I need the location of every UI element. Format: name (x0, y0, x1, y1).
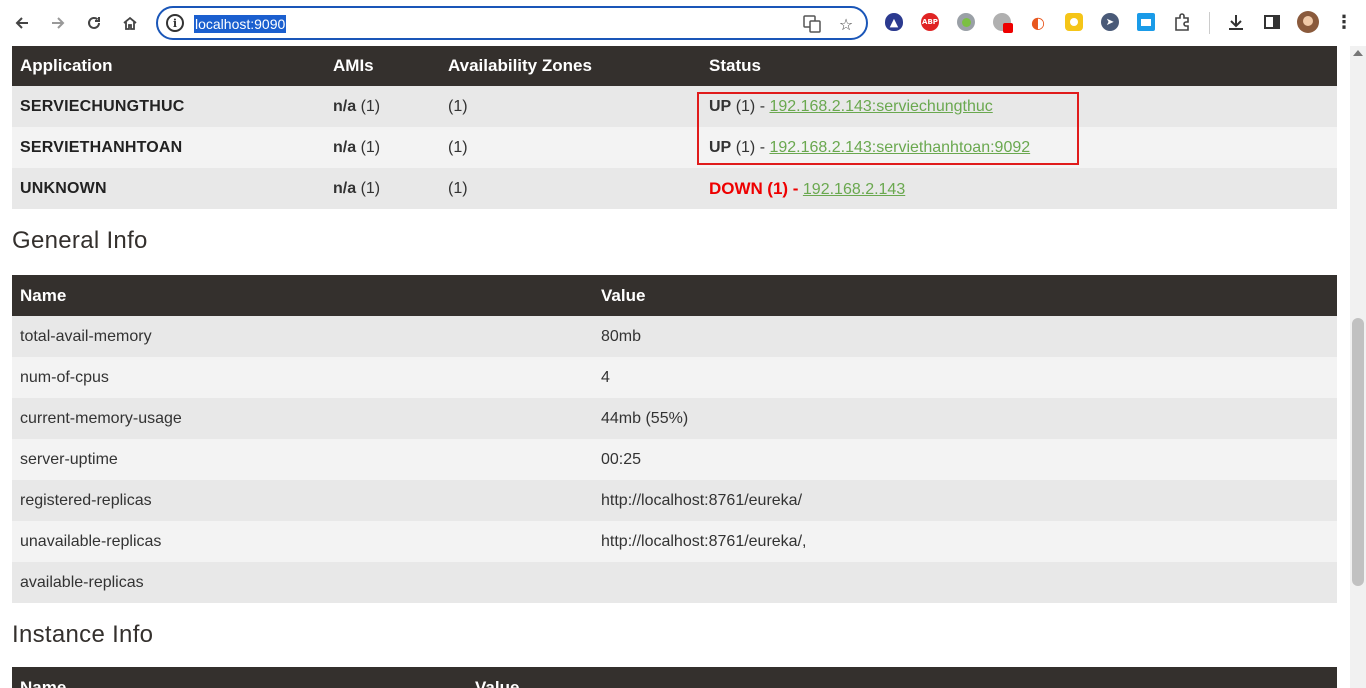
ami-na-label: n/a (333, 179, 357, 197)
instance-info-header-row: Name Value (12, 667, 1337, 688)
download-icon[interactable] (1227, 13, 1245, 31)
instance-link[interactable]: 192.168.2.143 (803, 181, 905, 198)
column-header-name: Name (12, 275, 593, 316)
keep-extension-icon[interactable] (1065, 13, 1083, 31)
amis-cell: n/a (1) (325, 86, 440, 127)
status-cell: DOWN (1) - 192.168.2.143 (701, 168, 1337, 209)
table-row: available-replicas (12, 562, 1337, 603)
info-name: registered-replicas (12, 480, 593, 521)
info-name: server-uptime (12, 439, 593, 480)
site-info-icon[interactable]: i (166, 14, 184, 32)
globe-extension-icon[interactable] (993, 13, 1013, 33)
page-content: Application AMIs Availability Zones Stat… (12, 46, 1337, 688)
table-row: unavailable-replicas http://localhost:87… (12, 521, 1337, 562)
back-arrow-icon[interactable] (10, 11, 34, 35)
column-header-value: Value (467, 667, 1337, 688)
ami-na-label: n/a (333, 138, 357, 156)
applications-table: Application AMIs Availability Zones Stat… (12, 46, 1337, 209)
extensions-puzzle-icon[interactable] (1173, 13, 1191, 31)
instance-info-table: Name Value (12, 667, 1337, 688)
applications-header-row: Application AMIs Availability Zones Stat… (12, 46, 1337, 86)
page-viewport: Application AMIs Availability Zones Stat… (0, 46, 1350, 688)
browser-toolbar: i localhost:9090 ☆ ▲ ABP ◐ ➤ ⋮ (0, 0, 1366, 46)
scroll-up-arrow-icon[interactable] (1353, 50, 1363, 56)
amis-cell: n/a (1) (325, 168, 440, 209)
table-row: SERVIETHANHTOAN n/a (1) (1) UP (1) - 192… (12, 127, 1337, 168)
bookmark-star-icon[interactable]: ☆ (836, 14, 856, 34)
info-value: 80mb (593, 316, 1337, 357)
zones-cell: (1) (440, 86, 701, 127)
url-text[interactable]: localhost:9090 (194, 15, 287, 33)
info-name: current-memory-usage (12, 398, 593, 439)
translate-icon[interactable] (802, 14, 822, 34)
application-name: SERVIETHANHTOAN (12, 127, 325, 168)
column-header-status: Status (701, 46, 1337, 86)
info-value: http://localhost:8761/eureka/ (593, 480, 1337, 521)
instance-info-title: Instance Info (12, 621, 154, 648)
ami-na-label: n/a (333, 97, 357, 115)
application-name: UNKNOWN (12, 168, 325, 209)
address-bar[interactable]: i localhost:9090 ☆ (156, 6, 868, 40)
info-name: total-avail-memory (12, 316, 593, 357)
highlight-annotation-box (697, 92, 1079, 165)
side-panel-icon[interactable] (1263, 13, 1281, 31)
info-value: 00:25 (593, 439, 1337, 480)
zones-cell: (1) (440, 127, 701, 168)
info-name: unavailable-replicas (12, 521, 593, 562)
scrollbar-thumb[interactable] (1352, 318, 1364, 586)
column-header-value: Value (593, 275, 1337, 316)
info-value: 44mb (55%) (593, 398, 1337, 439)
application-name: SERVIECHUNGTHUC (12, 86, 325, 127)
window-extension-icon[interactable] (1137, 13, 1155, 31)
table-row: UNKNOWN n/a (1) (1) DOWN (1) - 192.168.2… (12, 168, 1337, 209)
info-value: 4 (593, 357, 1337, 398)
forward-arrow-icon[interactable] (46, 11, 70, 35)
table-row: total-avail-memory 80mb (12, 316, 1337, 357)
table-row: num-of-cpus 4 (12, 357, 1337, 398)
table-row: current-memory-usage 44mb (55%) (12, 398, 1337, 439)
swirl-extension-icon[interactable]: ◐ (1029, 13, 1047, 32)
info-value (593, 562, 1337, 603)
table-row: SERVIECHUNGTHUC n/a (1) (1) UP (1) - 192… (12, 86, 1337, 127)
column-header-amis: AMIs (325, 46, 440, 86)
shield-extension-icon[interactable]: ▲ (885, 13, 903, 31)
vertical-scrollbar[interactable] (1350, 46, 1366, 688)
table-row: server-uptime 00:25 (12, 439, 1337, 480)
table-row: registered-replicas http://localhost:876… (12, 480, 1337, 521)
info-value: http://localhost:8761/eureka/, (593, 521, 1337, 562)
home-icon[interactable] (118, 11, 142, 35)
amis-cell: n/a (1) (325, 127, 440, 168)
ami-count: (1) (360, 179, 381, 197)
profile-avatar[interactable] (1297, 11, 1319, 33)
info-name: num-of-cpus (12, 357, 593, 398)
column-header-application: Application (12, 46, 325, 86)
info-name: available-replicas (12, 562, 593, 603)
reload-icon[interactable] (82, 11, 106, 35)
general-info-header-row: Name Value (12, 275, 1337, 316)
circle-extension-icon[interactable] (957, 13, 975, 31)
column-header-zones: Availability Zones (440, 46, 701, 86)
status-count: (1) - (767, 178, 799, 198)
cursor-extension-icon[interactable]: ➤ (1101, 13, 1119, 31)
adblock-extension-icon[interactable]: ABP (921, 13, 939, 31)
ami-count: (1) (360, 97, 381, 115)
general-info-title: General Info (12, 227, 148, 254)
ami-count: (1) (360, 138, 381, 156)
status-down-label: DOWN (709, 178, 763, 198)
zones-cell: (1) (440, 168, 701, 209)
toolbar-divider (1209, 12, 1210, 34)
general-info-table: Name Value total-avail-memory 80mb num-o… (12, 275, 1337, 603)
column-header-name: Name (12, 667, 467, 688)
more-menu-icon[interactable]: ⋮ (1335, 12, 1353, 33)
